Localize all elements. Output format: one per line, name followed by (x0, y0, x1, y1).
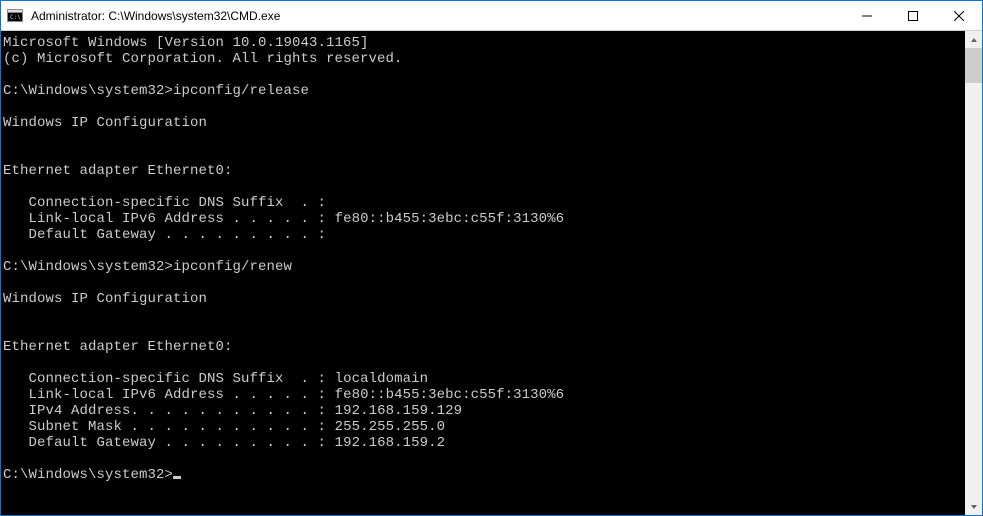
scroll-up-button[interactable] (965, 31, 982, 48)
dns-suffix-value: localdomain (335, 371, 429, 387)
command-text: ipconfig/release (173, 83, 309, 99)
vertical-scrollbar[interactable] (965, 31, 982, 515)
cursor-icon (173, 476, 181, 479)
ipv6-value: fe80::b455:3ebc:c55f:3130%6 (335, 211, 565, 227)
mask-label: Subnet Mask . . . . . . . . . . . : (3, 419, 335, 435)
window-controls (844, 1, 982, 30)
svg-text:C:\: C:\ (10, 14, 21, 21)
ipv6-label: Link-local IPv6 Address . . . . . : (3, 211, 335, 227)
maximize-button[interactable] (890, 1, 936, 30)
scroll-thumb[interactable] (965, 48, 982, 83)
minimize-button[interactable] (844, 1, 890, 30)
copyright-line: (c) Microsoft Corporation. All rights re… (3, 51, 403, 67)
version-line: Microsoft Windows [Version 10.0.19043.11… (3, 35, 369, 51)
gateway-label: Default Gateway . . . . . . . . . : (3, 435, 335, 451)
dns-suffix-label: Connection-specific DNS Suffix . : (3, 371, 335, 387)
gateway-line: Default Gateway . . . . . . . . . : (3, 227, 326, 243)
prompt: C:\Windows\system32> (3, 467, 173, 483)
titlebar[interactable]: C:\ Administrator: C:\Windows\system32\C… (1, 1, 982, 31)
scroll-track[interactable] (965, 48, 982, 498)
window-frame: C:\ Administrator: C:\Windows\system32\C… (0, 0, 983, 516)
adapter-header: Ethernet adapter Ethernet0: (3, 339, 233, 355)
ipv6-label: Link-local IPv6 Address . . . . . : (3, 387, 335, 403)
ipconfig-header: Windows IP Configuration (3, 291, 207, 307)
ipconfig-header: Windows IP Configuration (3, 115, 207, 131)
cmd-icon: C:\ (7, 8, 23, 24)
ipv4-label: IPv4 Address. . . . . . . . . . . : (3, 403, 335, 419)
window-title: Administrator: C:\Windows\system32\CMD.e… (31, 9, 280, 23)
scroll-down-button[interactable] (965, 498, 982, 515)
mask-value: 255.255.255.0 (335, 419, 446, 435)
ipv4-value: 192.168.159.129 (335, 403, 463, 419)
client-area: Microsoft Windows [Version 10.0.19043.11… (1, 31, 982, 515)
dns-suffix-line: Connection-specific DNS Suffix . : (3, 195, 326, 211)
command-text: ipconfig/renew (173, 259, 292, 275)
gateway-value: 192.168.159.2 (335, 435, 446, 451)
prompt: C:\Windows\system32> (3, 259, 173, 275)
console-output[interactable]: Microsoft Windows [Version 10.0.19043.11… (1, 31, 965, 515)
ipv6-value: fe80::b455:3ebc:c55f:3130%6 (335, 387, 565, 403)
prompt: C:\Windows\system32> (3, 83, 173, 99)
close-button[interactable] (936, 1, 982, 30)
adapter-header: Ethernet adapter Ethernet0: (3, 163, 233, 179)
